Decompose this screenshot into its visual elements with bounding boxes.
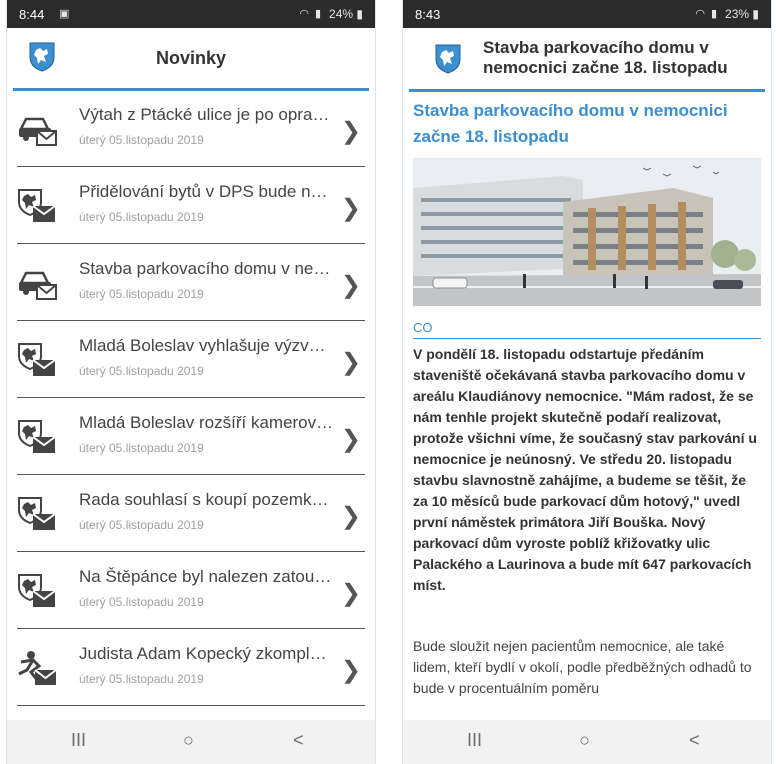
status-bar: 8:43 ◠ ▮ 23% ▮ bbox=[403, 0, 771, 28]
article-title: Stavba parkovacího domu v nemocnici začn… bbox=[413, 101, 728, 146]
article-screen: 8:43 ◠ ▮ 23% ▮ Stavba parkovacího domu v… bbox=[402, 0, 772, 764]
chevron-right-icon: ❯ bbox=[340, 580, 361, 607]
signal-icon: ▮ bbox=[314, 8, 321, 20]
coat-of-arms-mail-icon bbox=[17, 342, 57, 378]
news-title: Na Štěpánce byl nalezen zatoul… bbox=[79, 567, 335, 586]
battery-level: 23% ▮ bbox=[725, 7, 759, 21]
section-label: CO bbox=[413, 320, 433, 335]
article-lead: V pondělí 18. listopadu odstartuje předá… bbox=[413, 346, 757, 593]
news-title: Rada souhlasí s koupí pozemku… bbox=[79, 490, 335, 509]
article-body: Bude sloužit nejen pacientům nemocnice, … bbox=[413, 638, 752, 696]
car-mail-icon bbox=[17, 265, 57, 301]
chevron-right-icon: ❯ bbox=[340, 503, 361, 530]
chevron-right-icon: ❯ bbox=[340, 272, 361, 299]
list-divider bbox=[17, 551, 365, 552]
article-image bbox=[413, 158, 761, 306]
news-date: úterý 05.listopadu 2019 bbox=[79, 133, 204, 147]
list-divider bbox=[17, 705, 365, 706]
article-header-title: Stavba parkovacího domu v nemocnici začn… bbox=[483, 38, 728, 77]
clock: 8:44 bbox=[19, 7, 45, 22]
news-item[interactable]: Přidělování bytů v DPS bude nyn… úterý 05… bbox=[7, 168, 375, 244]
coat-of-arms-mail-icon bbox=[17, 496, 57, 532]
coat-of-arms-mail-icon bbox=[17, 419, 57, 455]
news-date: úterý 05.listopadu 2019 bbox=[79, 287, 204, 301]
news-title: Mladá Boleslav vyhlašuje výzvu… bbox=[79, 336, 335, 355]
news-date: úterý 05.listopadu 2019 bbox=[79, 210, 204, 224]
wifi-icon: ◠ bbox=[695, 8, 705, 20]
back-button[interactable]: < bbox=[293, 730, 304, 751]
recents-button[interactable]: III bbox=[467, 730, 482, 751]
chevron-right-icon: ❯ bbox=[340, 349, 361, 376]
page-title: Novinky bbox=[155, 48, 227, 68]
sport-mail-icon bbox=[17, 650, 57, 686]
news-item[interactable]: Stavba parkovacího domu v ne… úterý 05.li… bbox=[7, 245, 375, 321]
system-nav-bar: III ○ < bbox=[403, 720, 771, 764]
news-date: úterý 05.listopadu 2019 bbox=[79, 518, 204, 532]
news-item[interactable]: Rada souhlasí s koupí pozemku… úterý 05.l… bbox=[7, 476, 375, 552]
app-header: Stavba parkovacího domu v nemocnici začn… bbox=[403, 28, 771, 90]
news-list-screen: 8:44 ▣ ◠ ▮ 24% ▮ Novinky Výtah z Ptácké … bbox=[6, 0, 376, 764]
list-divider bbox=[17, 628, 365, 629]
coat-of-arms-mail-icon bbox=[17, 573, 57, 609]
news-title: Stavba parkovacího domu v ne… bbox=[79, 259, 331, 278]
clock: 8:43 bbox=[415, 7, 441, 22]
news-item[interactable]: Na Štěpánce byl nalezen zatoul… úterý 05.… bbox=[7, 553, 375, 629]
app-header: Novinky bbox=[7, 28, 375, 88]
home-button[interactable]: ○ bbox=[183, 730, 194, 751]
chevron-right-icon: ❯ bbox=[340, 195, 361, 222]
list-divider bbox=[17, 320, 365, 321]
status-bar: 8:44 ▣ ◠ ▮ 24% ▮ bbox=[7, 0, 375, 28]
coat-of-arms-mail-icon bbox=[17, 188, 57, 224]
list-divider bbox=[17, 243, 365, 244]
section-divider bbox=[413, 338, 761, 339]
list-divider bbox=[17, 474, 365, 475]
news-date: úterý 05.listopadu 2019 bbox=[79, 672, 204, 686]
battery-level: 24% ▮ bbox=[329, 7, 363, 21]
system-nav-bar: III ○ < bbox=[7, 720, 375, 764]
home-button[interactable]: ○ bbox=[579, 730, 590, 751]
chevron-right-icon: ❯ bbox=[340, 118, 361, 145]
coat-of-arms-icon bbox=[435, 44, 461, 74]
signal-icon: ▮ bbox=[710, 8, 717, 20]
gallery-notification-icon: ▣ bbox=[59, 8, 70, 20]
news-title: Mladá Boleslav rozšíří kamerový… bbox=[79, 413, 335, 432]
news-item[interactable]: Mladá Boleslav rozšíří kamerový… úterý 05… bbox=[7, 399, 375, 475]
news-date: úterý 05.listopadu 2019 bbox=[79, 595, 204, 609]
list-divider bbox=[17, 166, 365, 167]
news-item[interactable]: Výtah z Ptácké ulice je po oprav… úterý 0… bbox=[7, 91, 375, 167]
chevron-right-icon: ❯ bbox=[340, 657, 361, 684]
recents-button[interactable]: III bbox=[71, 730, 86, 751]
news-title: Judista Adam Kopecký zkomple… bbox=[79, 644, 335, 663]
news-title: Přidělování bytů v DPS bude nyn… bbox=[79, 182, 335, 201]
list-divider bbox=[17, 397, 365, 398]
news-item[interactable]: Mladá Boleslav vyhlašuje výzvu… úterý 05.… bbox=[7, 322, 375, 398]
wifi-icon: ◠ bbox=[299, 8, 309, 20]
news-title: Výtah z Ptácké ulice je po oprav… bbox=[79, 105, 335, 124]
news-item[interactable]: Judista Adam Kopecký zkomple… úterý 05.li… bbox=[7, 630, 375, 706]
chevron-right-icon: ❯ bbox=[340, 426, 361, 453]
car-mail-icon bbox=[17, 111, 57, 147]
parking-house-rendering bbox=[413, 158, 761, 306]
news-date: úterý 05.listopadu 2019 bbox=[79, 364, 204, 378]
back-button[interactable]: < bbox=[689, 730, 700, 751]
article-content[interactable]: Stavba parkovacího domu v nemocnici začn… bbox=[403, 92, 771, 720]
news-date: úterý 05.listopadu 2019 bbox=[79, 441, 204, 455]
